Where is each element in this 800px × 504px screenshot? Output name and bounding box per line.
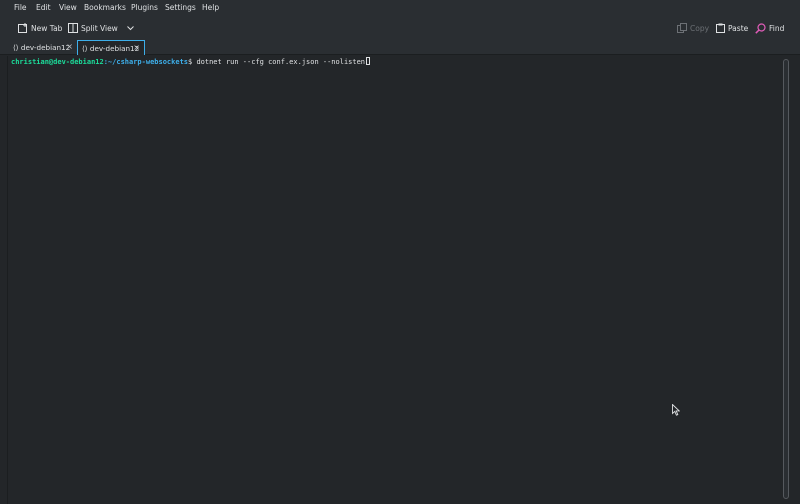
chevron-down-icon[interactable] [126,25,134,31]
command-text: dotnet run --cfg conf.ex.json --nolisten [192,58,366,66]
menu-plugins[interactable]: Plugins [131,3,158,12]
find-button[interactable]: Find [755,21,784,35]
left-edge [0,56,8,504]
tab-label: ⟨⟩ dev-debian12 [82,43,140,53]
mouse-pointer-icon [672,401,681,420]
new-tab-icon [18,23,28,33]
search-icon [755,22,766,34]
toolbar: New Tab Split View Copy Paste Find [0,16,800,40]
new-tab-button[interactable]: New Tab [18,21,62,35]
menu-file[interactable]: File [14,3,27,12]
paste-label: Paste [728,23,749,33]
split-view-button[interactable]: Split View [68,21,134,35]
prompt-user-host: christian@dev-debian12 [11,58,104,66]
tab-bar: ⟨⟩ dev-debian12 × ⟨⟩ dev-debian12 × [0,40,800,55]
copy-icon [677,23,687,33]
paste-icon [716,23,725,33]
menu-help[interactable]: Help [202,3,219,12]
terminal-scrollbar[interactable] [781,56,791,504]
menu-bar: File Edit View Bookmarks Plugins Setting… [0,0,800,16]
terminal-view[interactable]: christian@dev-debian12:~/csharp-websocke… [8,56,781,504]
menu-edit[interactable]: Edit [36,3,51,12]
find-label: Find [769,23,785,33]
scrollbar-track[interactable] [783,59,789,499]
close-icon[interactable]: × [66,42,73,51]
text-cursor [366,57,371,65]
tab-label: ⟨⟩ dev-debian12 [13,43,71,52]
split-view-icon [68,23,78,33]
split-view-label: Split View [81,23,118,33]
copy-label: Copy [690,23,710,33]
new-tab-label: New Tab [31,23,63,33]
paste-button[interactable]: Paste [716,21,748,35]
menu-view[interactable]: View [59,3,77,12]
tab-dev-debian12-2[interactable]: ⟨⟩ dev-debian12 × [77,40,145,55]
tab-dev-debian12-1[interactable]: ⟨⟩ dev-debian12 × [9,40,77,55]
prompt-path: :~/csharp-websockets [103,58,189,66]
close-icon[interactable]: × [133,43,140,52]
copy-button[interactable]: Copy [677,21,709,35]
terminal-line: christian@dev-debian12:~/csharp-websocke… [11,57,371,68]
right-edge [791,56,800,504]
menu-bookmarks[interactable]: Bookmarks [84,3,126,12]
menu-settings[interactable]: Settings [165,3,196,12]
